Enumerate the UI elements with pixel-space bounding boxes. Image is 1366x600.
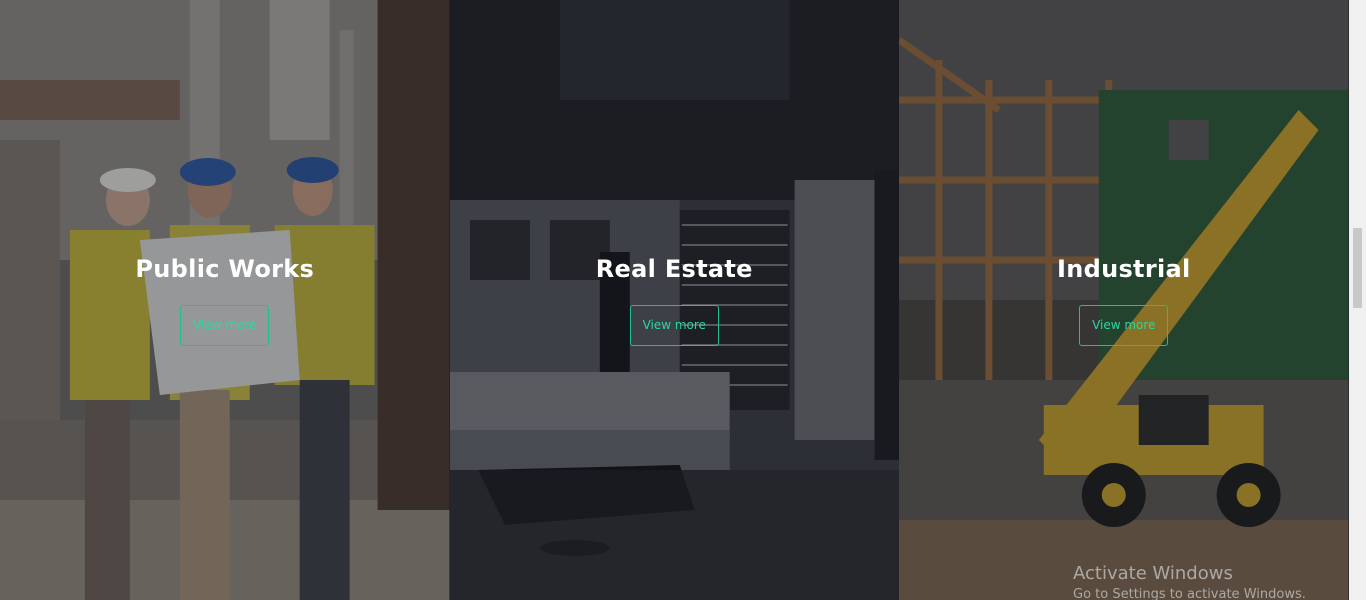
panel-caption: Real Estate View more bbox=[450, 255, 900, 346]
view-more-button[interactable]: View more bbox=[180, 305, 270, 346]
watermark-title: Activate Windows bbox=[1073, 563, 1233, 584]
scrollbar-thumb[interactable] bbox=[1353, 228, 1362, 308]
panel-title: Public Works bbox=[135, 255, 315, 283]
services-section: Public Works View more Real Estate View … bbox=[0, 0, 1366, 600]
panel-title: Real Estate bbox=[595, 255, 753, 283]
panel-industrial[interactable]: Industrial View more bbox=[899, 0, 1349, 600]
view-more-button[interactable]: View more bbox=[629, 305, 719, 346]
panel-caption: Industrial View more bbox=[899, 255, 1349, 346]
watermark-subtitle: Go to Settings to activate Windows. bbox=[1073, 587, 1306, 600]
panel-title: Industrial bbox=[1056, 255, 1191, 283]
view-more-button[interactable]: View more bbox=[1079, 305, 1169, 346]
vertical-scrollbar[interactable] bbox=[1349, 0, 1366, 600]
activate-windows-watermark: Activate Windows Go to Settings to activ… bbox=[1073, 563, 1306, 600]
panel-caption: Public Works View more bbox=[0, 255, 450, 346]
panel-real-estate[interactable]: Real Estate View more bbox=[449, 0, 900, 600]
panel-public-works[interactable]: Public Works View more bbox=[0, 0, 450, 600]
